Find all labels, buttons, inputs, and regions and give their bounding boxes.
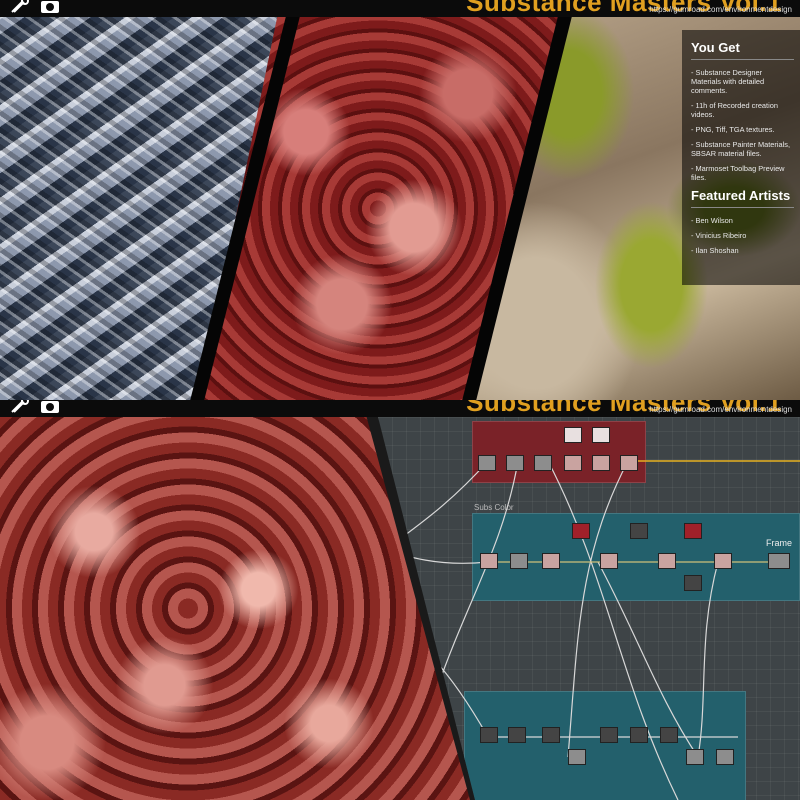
info-box: You Get Substance Designer Materials wit… [682,30,800,285]
graph-node[interactable] [506,455,524,471]
graph-node[interactable] [508,727,526,743]
camera-icon [41,401,59,413]
graph-node[interactable] [542,727,560,743]
you-get-list: Substance Designer Materials with detail… [691,68,794,182]
store-url[interactable]: https://gumroad.com/environmentdesign [649,405,792,414]
graph-node[interactable] [630,727,648,743]
graph-node[interactable] [572,523,590,539]
graph-node[interactable] [658,553,676,569]
list-item: 11h of Recorded creation videos. [691,101,794,119]
list-item: Substance Designer Materials with detail… [691,68,794,95]
bottom-panel: Substance Masters Vol.1 https://gumroad.… [0,400,800,800]
graph-node[interactable] [542,553,560,569]
graph-node[interactable] [592,455,610,471]
tools-icon [11,400,29,413]
list-item: Marmoset Toolbag Preview files. [691,164,794,182]
artist-name: Vinicius Ribeiro [691,231,794,240]
artist-name: Ilan Shoshan [691,246,794,255]
graph-node[interactable] [510,553,528,569]
list-item: PNG, Tiff, TGA textures. [691,125,794,134]
graph-node[interactable] [600,727,618,743]
graph-node[interactable] [564,427,582,443]
featured-artists-heading: Featured Artists [691,188,791,203]
graph-node[interactable] [660,727,678,743]
graph-node[interactable] [620,455,638,471]
tools-icon [11,0,29,13]
graph-node[interactable] [478,455,496,471]
toolbar-icons [10,0,60,14]
graph-node[interactable] [480,727,498,743]
list-item: Substance Painter Materials, SBSAR mater… [691,140,794,158]
graph-node[interactable] [568,749,586,765]
toolbar-icons [10,400,60,414]
graph-node[interactable] [592,427,610,443]
graph-node[interactable] [716,749,734,765]
graph-node[interactable] [768,553,790,569]
graph-node[interactable] [564,455,582,471]
you-get-heading: You Get [691,40,740,55]
top-panel: Substance Masters Vol.1 https://gumroad.… [0,0,800,400]
graph-node[interactable] [534,455,552,471]
heading-rule [691,59,794,60]
artist-name: Ben Wilson [691,216,794,225]
store-url[interactable]: https://gumroad.com/environmentdesign [649,5,792,14]
artists-list: Ben Wilson Vinicius Ribeiro Ilan Shoshan [691,216,794,255]
graph-node[interactable] [684,523,702,539]
camera-icon [41,1,59,13]
graph-node[interactable] [684,575,702,591]
graph-node[interactable] [630,523,648,539]
header-bar: Substance Masters Vol.1 https://gumroad.… [0,0,800,17]
graph-node[interactable] [686,749,704,765]
graph-node[interactable] [480,553,498,569]
graph-node[interactable] [600,553,618,569]
heading-rule [691,207,794,208]
graph-node[interactable] [714,553,732,569]
header-bar: Substance Masters Vol.1 https://gumroad.… [0,400,800,417]
